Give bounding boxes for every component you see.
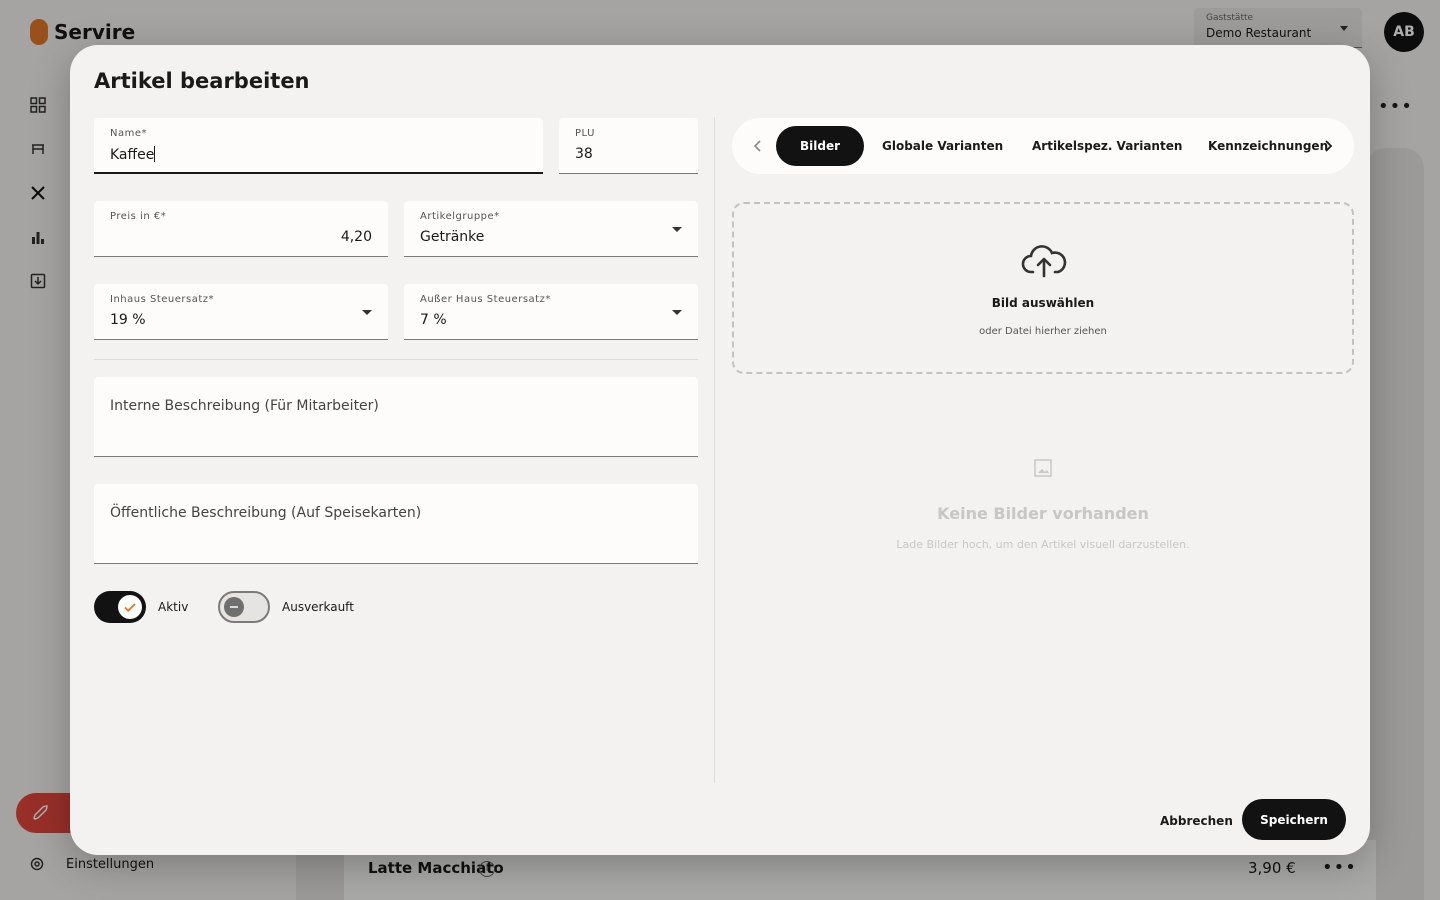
soldout-toggle[interactable] — [218, 591, 270, 623]
tab-bar: Bilder Globale Varianten Artikelspez. Va… — [732, 118, 1354, 174]
tab-artikelspez-varianten[interactable]: Artikelspez. Varianten — [1008, 126, 1206, 166]
active-toggle[interactable] — [94, 591, 146, 623]
article-group-select[interactable]: Artikelgruppe* Getränke — [404, 201, 698, 257]
cancel-button[interactable]: Abbrechen — [1148, 803, 1245, 839]
name-field-label: Name* — [110, 128, 148, 139]
check-icon — [124, 603, 136, 612]
chevron-left-icon[interactable] — [750, 138, 766, 154]
internal-description-field[interactable]: Interne Beschreibung (Für Mitarbeiter) — [94, 377, 698, 457]
soldout-toggle-row: Ausverkauft — [218, 591, 354, 623]
inhouse-tax-select[interactable]: Inhaus Steuersatz* 19 % — [94, 284, 388, 340]
price-field[interactable]: Preis in €* 4,20 — [94, 201, 388, 257]
chevron-right-icon[interactable] — [1320, 138, 1336, 154]
minus-icon — [230, 606, 238, 608]
dialog-title: Artikel bearbeiten — [94, 69, 310, 93]
name-field-value: Kaffee — [110, 147, 155, 163]
plu-field-value: 38 — [575, 146, 593, 162]
edit-article-dialog: Artikel bearbeiten Name* Kaffee PLU 38 P… — [70, 45, 1370, 855]
price-field-value: 4,20 — [340, 229, 372, 245]
name-field-input[interactable]: Kaffee — [110, 146, 156, 163]
divider — [94, 359, 698, 360]
tab-globale-varianten[interactable]: Globale Varianten — [858, 126, 1027, 166]
caret-down-icon — [672, 227, 682, 232]
takeaway-tax-select[interactable]: Außer Haus Steuersatz* 7 % — [404, 284, 698, 340]
empty-state-title: Keine Bilder vorhanden — [937, 504, 1149, 523]
plu-field-label: PLU — [575, 128, 595, 139]
image-dropzone[interactable]: Bild auswählen oder Datei hierher ziehen — [732, 202, 1354, 374]
caret-down-icon — [362, 310, 372, 315]
soldout-toggle-label: Ausverkauft — [282, 600, 354, 614]
save-button[interactable]: Speichern — [1242, 799, 1346, 840]
inhouse-tax-label: Inhaus Steuersatz* — [110, 294, 215, 305]
toggle-knob — [118, 595, 142, 619]
empty-state-subtitle: Lade Bilder hoch, um den Artikel visuell… — [896, 538, 1190, 551]
image-placeholder-icon — [1034, 459, 1052, 477]
price-field-label: Preis in €* — [110, 211, 167, 222]
upload-title: Bild auswählen — [991, 296, 1095, 310]
active-toggle-row: Aktiv — [94, 591, 188, 623]
article-group-label: Artikelgruppe* — [420, 211, 500, 222]
active-toggle-label: Aktiv — [158, 600, 189, 614]
cloud-upload-icon — [1021, 245, 1067, 278]
takeaway-tax-label: Außer Haus Steuersatz* — [420, 294, 551, 305]
article-group-value: Getränke — [420, 229, 485, 245]
divider — [714, 117, 715, 783]
plu-field[interactable]: PLU 38 — [559, 118, 698, 174]
caret-down-icon — [672, 310, 682, 315]
internal-description-placeholder: Interne Beschreibung (Für Mitarbeiter) — [110, 398, 379, 414]
takeaway-tax-value: 7 % — [420, 312, 447, 328]
public-description-placeholder: Öffentliche Beschreibung (Auf Speisekart… — [110, 505, 422, 521]
toggle-knob — [224, 597, 244, 617]
public-description-field[interactable]: Öffentliche Beschreibung (Auf Speisekart… — [94, 484, 698, 564]
tab-bilder[interactable]: Bilder — [776, 126, 865, 166]
inhouse-tax-value: 19 % — [110, 312, 146, 328]
text-cursor — [154, 146, 156, 162]
name-field[interactable]: Name* Kaffee — [94, 118, 543, 174]
upload-subtitle: oder Datei hierher ziehen — [979, 326, 1107, 337]
